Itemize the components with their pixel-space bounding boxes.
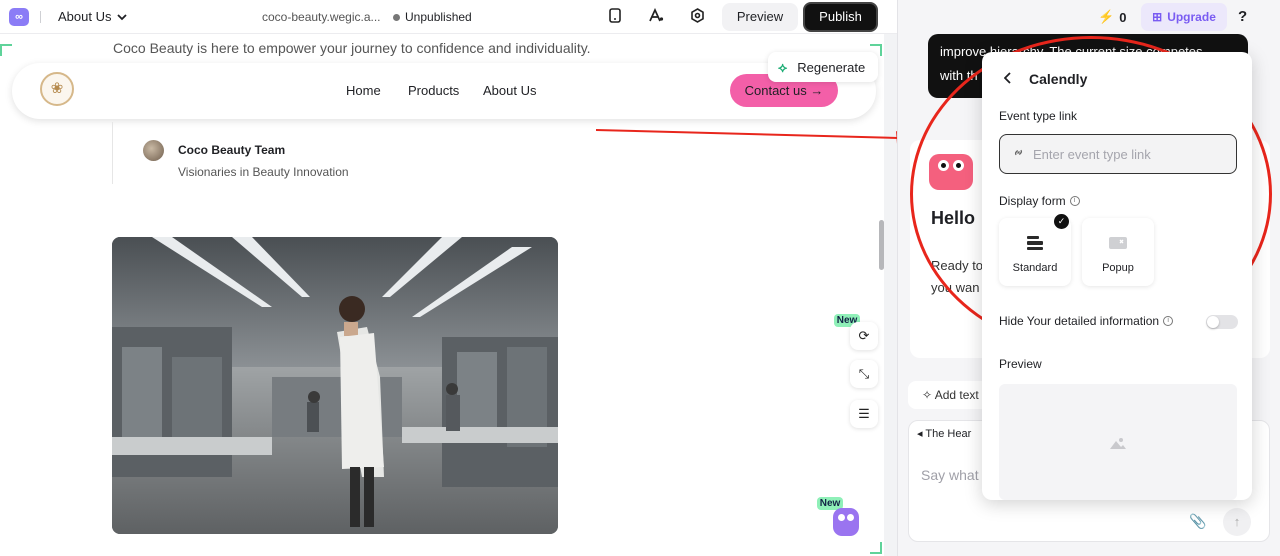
regenerate-label: Regenerate bbox=[797, 59, 866, 75]
credits-counter[interactable]: ⚡ 0 bbox=[1098, 9, 1126, 25]
credit-bolt-icon: ⚡ bbox=[1098, 9, 1115, 24]
app-logo-icon[interactable]: ∞ bbox=[9, 8, 29, 26]
selection-corner bbox=[870, 542, 882, 554]
gift-icon: ⊞ bbox=[1152, 10, 1163, 24]
intro-text: Coco Beauty is here to empower your jour… bbox=[113, 40, 591, 56]
event-link-label: Event type link bbox=[999, 109, 1077, 123]
website-canvas[interactable]: Coco Beauty is here to empower your jour… bbox=[0, 34, 884, 556]
avatar bbox=[143, 140, 164, 161]
preview-button[interactable]: Preview bbox=[722, 3, 798, 31]
selected-check-icon: ✓ bbox=[1054, 214, 1069, 229]
author-name: Coco Beauty Team bbox=[178, 143, 286, 157]
preview-label-text: Preview bbox=[999, 357, 1042, 371]
divider bbox=[40, 11, 41, 23]
divider bbox=[112, 122, 113, 184]
nav-link-products[interactable]: Products bbox=[408, 83, 459, 98]
upgrade-button[interactable]: ⊞ Upgrade bbox=[1141, 3, 1227, 31]
mobile-view-icon[interactable] bbox=[606, 8, 624, 26]
option-label: Popup bbox=[1102, 262, 1134, 274]
standard-layout-icon bbox=[1027, 236, 1043, 250]
publish-button[interactable]: Publish bbox=[803, 2, 878, 32]
assistant-mascot-icon[interactable] bbox=[833, 508, 859, 536]
info-icon[interactable]: i bbox=[1163, 316, 1174, 326]
sparkle-icon: ✧ bbox=[922, 388, 933, 402]
author-role: Visionaries in Beauty Innovation bbox=[178, 165, 349, 179]
display-form-label: Display form i bbox=[999, 194, 1080, 208]
display-form-label-text: Display form bbox=[999, 194, 1066, 208]
settings-gear-icon[interactable] bbox=[688, 8, 706, 26]
hide-info-toggle[interactable] bbox=[1206, 315, 1238, 329]
chat-placeholder[interactable]: Say what bbox=[921, 467, 979, 483]
editor-top-bar: ∞ About Us coco-beauty.wegic.a... Unpubl… bbox=[0, 0, 897, 34]
status-dot-icon bbox=[393, 13, 400, 21]
paperclip-icon[interactable]: 📎 bbox=[1189, 513, 1206, 530]
nav-link-about-us[interactable]: About Us bbox=[483, 83, 536, 98]
font-style-icon[interactable] bbox=[647, 7, 665, 26]
calendly-preview-area bbox=[999, 384, 1237, 500]
event-link-input[interactable] bbox=[1033, 146, 1223, 162]
selection-corner bbox=[0, 44, 12, 56]
hide-info-label: Hide Your detailed information i bbox=[999, 314, 1174, 328]
menu-list-icon[interactable]: ☰ bbox=[850, 400, 878, 428]
site-url[interactable]: coco-beauty.wegic.a... bbox=[262, 10, 381, 24]
page-switcher-label: About Us bbox=[58, 9, 112, 24]
laboratory-photo[interactable] bbox=[112, 237, 558, 534]
publish-status-label: Unpublished bbox=[405, 10, 472, 24]
image-placeholder-icon bbox=[1110, 438, 1126, 449]
display-option-standard[interactable]: ✓ Standard bbox=[999, 214, 1071, 286]
back-chevron-icon[interactable] bbox=[1003, 71, 1012, 87]
coco-beauty-logo-icon[interactable]: ❀ bbox=[40, 72, 74, 106]
credits-value: 0 bbox=[1119, 9, 1127, 25]
popup-layout-icon bbox=[1109, 237, 1127, 249]
calendly-settings-popover: Calendly Event type link Display form i … bbox=[982, 52, 1252, 500]
context-chip[interactable]: ◂ The Hear bbox=[917, 427, 971, 440]
add-text-label: Add text bbox=[934, 388, 979, 402]
regenerate-button[interactable]: ⟡ Regenerate bbox=[768, 52, 878, 82]
refresh-layout-icon[interactable]: ⟳ bbox=[850, 322, 878, 350]
link-icon bbox=[1012, 146, 1025, 162]
option-label: Standard bbox=[1012, 262, 1058, 274]
event-link-label-text: Event type link bbox=[999, 109, 1078, 123]
regenerate-sparkle-icon: ⟡ bbox=[778, 58, 788, 75]
help-icon[interactable]: ? bbox=[1238, 8, 1247, 25]
contact-us-label: Contact us bbox=[744, 83, 807, 98]
nav-link-home[interactable]: Home bbox=[346, 83, 381, 98]
send-button[interactable]: ↑ bbox=[1223, 508, 1251, 536]
caret-left-icon: ◂ bbox=[917, 428, 923, 440]
context-chip-label: The Hear bbox=[925, 428, 972, 440]
upgrade-label: Upgrade bbox=[1167, 10, 1216, 24]
annotation-arrow bbox=[596, 129, 910, 144]
route-edit-icon[interactable]: ⤡ bbox=[850, 360, 878, 388]
arrow-right-icon: → bbox=[810, 83, 824, 98]
hide-info-label-text: Hide Your detailed information bbox=[999, 314, 1160, 328]
toggle-knob bbox=[1207, 316, 1219, 328]
display-option-popup[interactable]: Popup bbox=[1082, 218, 1154, 286]
event-link-field[interactable] bbox=[999, 134, 1237, 174]
info-icon[interactable]: i bbox=[1069, 196, 1080, 206]
chevron-down-icon bbox=[117, 13, 128, 20]
publish-status: Unpublished bbox=[393, 10, 472, 24]
preview-label: Preview bbox=[999, 357, 1042, 371]
scrollbar-thumb[interactable] bbox=[879, 220, 884, 270]
popover-title: Calendly bbox=[1029, 71, 1088, 87]
site-navigation: ❀ Home Products About Us Contact us → bbox=[12, 63, 876, 119]
page-switcher[interactable]: About Us bbox=[58, 9, 128, 24]
